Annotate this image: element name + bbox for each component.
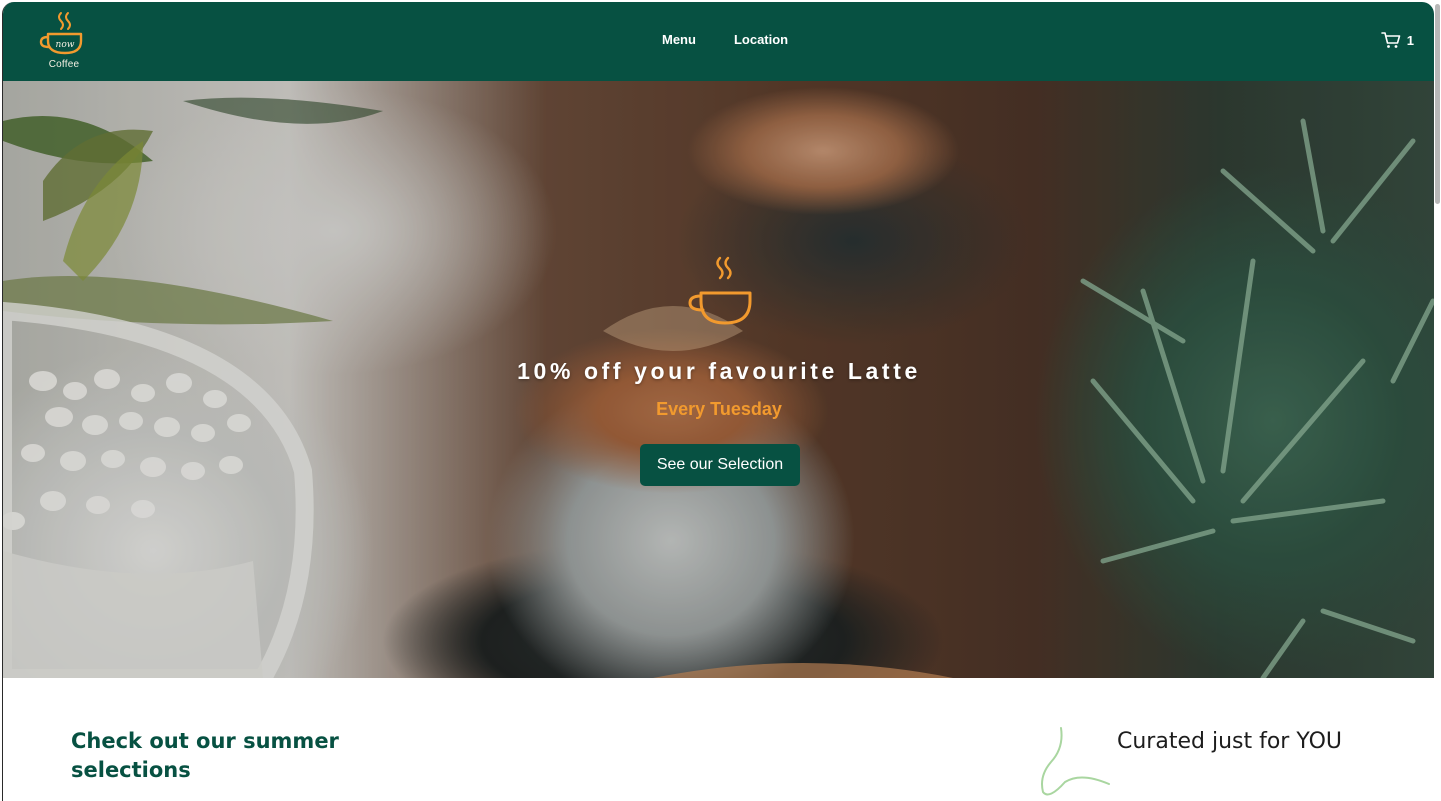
coffee-logo-icon: now xyxy=(39,12,83,55)
cart-button[interactable]: 1 xyxy=(1380,31,1414,49)
navbar: now Coffee Menu Location 1 xyxy=(3,2,1434,81)
cart-count: 1 xyxy=(1406,32,1414,48)
hero-title: 10% off your favourite Latte xyxy=(517,358,921,384)
nav-item-menu[interactable]: Menu xyxy=(662,32,696,47)
squiggle-decoration xyxy=(1041,727,1110,796)
logo-caption: Coffee xyxy=(48,59,80,70)
summer-section-title: Check out our summer selections xyxy=(71,729,339,782)
hero-banner: 10% off your favourite Latte Every Tuesd… xyxy=(3,81,1434,678)
cart-icon xyxy=(1380,32,1401,48)
logo-text: now xyxy=(56,40,75,50)
scrollbar[interactable] xyxy=(1434,0,1441,801)
hero-subtitle: Every Tuesday xyxy=(656,399,782,419)
scrollbar-thumb[interactable] xyxy=(1435,4,1440,204)
browser-viewport: now Coffee Menu Location 1 10% off your … xyxy=(2,2,1434,801)
nav-item-location[interactable]: Location xyxy=(734,32,788,47)
logo[interactable]: now Coffee xyxy=(39,10,89,72)
curated-text: Curated just for YOU xyxy=(1117,729,1342,754)
main-nav: Menu Location xyxy=(662,32,788,47)
see-selection-button[interactable]: See our Selection xyxy=(640,444,800,486)
coffee-cup-icon xyxy=(688,256,752,325)
